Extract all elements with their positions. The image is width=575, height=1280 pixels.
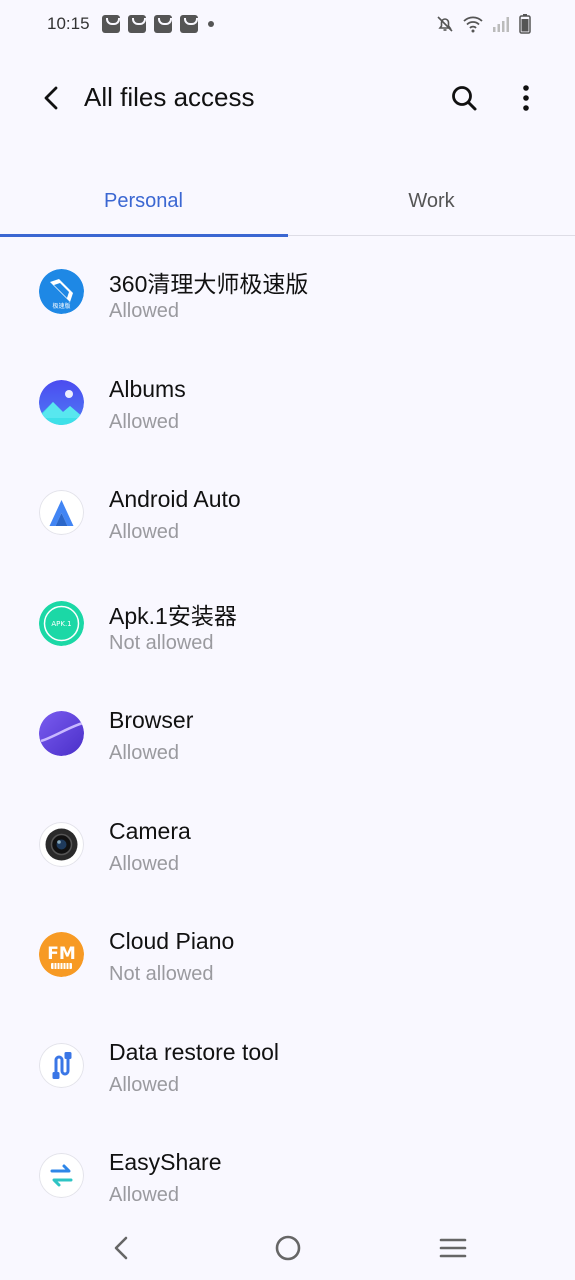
data-restore-icon bbox=[39, 1042, 84, 1088]
app-list: 极速版 360清理大师极速版 Allowed Albums Allowed An… bbox=[0, 237, 575, 1232]
albums-icon bbox=[39, 379, 84, 425]
browser-icon bbox=[39, 711, 84, 756]
list-item[interactable]: Camera Allowed bbox=[0, 790, 575, 901]
list-item[interactable]: EasyShare Allowed bbox=[0, 1121, 575, 1232]
status-bar: 10:15 bbox=[0, 0, 575, 48]
list-item[interactable]: 极速版 360清理大师极速版 Allowed bbox=[0, 237, 575, 348]
app-name: EasyShare bbox=[109, 1149, 222, 1175]
app-name: 360清理大师极速版 bbox=[109, 271, 309, 297]
app-name: Browser bbox=[109, 707, 194, 733]
app-name: Data restore tool bbox=[109, 1038, 280, 1065]
tab-work[interactable]: Work bbox=[288, 168, 575, 234]
cleaner-icon: 极速版 bbox=[39, 269, 84, 314]
nav-home-button[interactable] bbox=[272, 1232, 304, 1264]
tab-personal[interactable]: Personal bbox=[0, 168, 287, 234]
camera-icon bbox=[39, 821, 84, 867]
icon-label: APK.1 bbox=[51, 620, 71, 628]
list-item[interactable]: Browser Allowed bbox=[0, 679, 575, 790]
wifi-icon bbox=[463, 15, 483, 33]
app-name: Android Auto bbox=[109, 486, 241, 512]
top-app-bar: All files access bbox=[0, 60, 575, 138]
app-name: Apk.1安装器 bbox=[109, 602, 237, 629]
nav-home-icon bbox=[275, 1235, 301, 1261]
cloud-piano-icon: FM bbox=[39, 932, 84, 977]
icon-label: FM bbox=[47, 944, 76, 964]
back-button[interactable] bbox=[34, 80, 70, 116]
app-permission-status: Allowed bbox=[109, 852, 180, 875]
app-permission-status: Not allowed bbox=[109, 631, 214, 654]
shopping-bag-icon bbox=[127, 15, 146, 33]
android-auto-icon bbox=[39, 490, 84, 535]
status-indicators bbox=[436, 14, 531, 34]
more-vert-icon bbox=[523, 85, 529, 111]
shopping-bag-icon bbox=[101, 15, 120, 33]
list-item[interactable]: Android Auto Allowed bbox=[0, 458, 575, 569]
list-item[interactable]: FM Cloud Piano Not allowed bbox=[0, 900, 575, 1011]
app-name: Albums bbox=[109, 375, 186, 402]
easyshare-icon bbox=[39, 1153, 84, 1198]
nav-recents-button[interactable] bbox=[437, 1232, 469, 1264]
shopping-bag-icon bbox=[179, 15, 198, 33]
list-item[interactable]: Data restore tool Allowed bbox=[0, 1011, 575, 1122]
nav-back-icon bbox=[114, 1236, 128, 1260]
menu-lines-icon bbox=[439, 1238, 467, 1258]
profile-tabs: Personal Work bbox=[0, 168, 575, 237]
more-notifications-dot-icon bbox=[207, 21, 214, 27]
arrow-back-icon bbox=[44, 86, 58, 110]
bell-muted-icon bbox=[436, 15, 454, 33]
list-item[interactable]: Albums Allowed bbox=[0, 348, 575, 459]
status-time: 10:15 bbox=[47, 14, 90, 33]
page-title: All files access bbox=[84, 82, 255, 112]
app-permission-status: Not allowed bbox=[109, 963, 214, 985]
list-item[interactable]: APK.1 Apk.1安装器 Not allowed bbox=[0, 569, 575, 680]
app-name: Cloud Piano bbox=[109, 928, 235, 954]
battery-icon bbox=[519, 14, 531, 34]
app-permission-status: Allowed bbox=[109, 410, 180, 433]
app-permission-status: Allowed bbox=[109, 521, 180, 543]
system-navigation-bar bbox=[0, 1218, 575, 1280]
signal-icon bbox=[492, 15, 510, 33]
app-permission-status: Allowed bbox=[109, 742, 180, 764]
app-name: Camera bbox=[109, 817, 191, 844]
notification-icons bbox=[101, 15, 214, 33]
nav-back-button[interactable] bbox=[106, 1232, 138, 1264]
app-permission-status: Allowed bbox=[109, 300, 180, 322]
search-button[interactable] bbox=[446, 80, 482, 116]
more-options-button[interactable] bbox=[510, 80, 542, 116]
search-icon bbox=[452, 86, 477, 111]
app-permission-status: Allowed bbox=[109, 1073, 180, 1096]
app-permission-status: Allowed bbox=[109, 1184, 180, 1206]
icon-label: 极速版 bbox=[52, 302, 70, 310]
apk-installer-icon: APK.1 bbox=[39, 600, 84, 646]
shopping-bag-icon bbox=[153, 15, 172, 33]
